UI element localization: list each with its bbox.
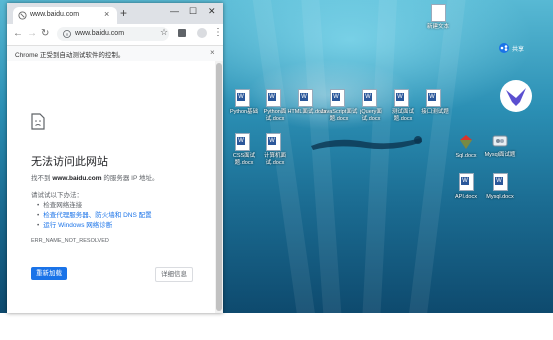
word-doc-icon: W (266, 133, 281, 151)
minimize-icon[interactable]: — (170, 6, 179, 16)
automation-infobar: Chrome 正受到自动测试软件的控制。 × (7, 45, 223, 62)
share-icon (499, 43, 509, 53)
desktop-icon-label: 接口测试题 (421, 109, 449, 115)
suggestion-check-proxy-link[interactable]: 检查代理服务器、防火墙和 DNS 配置 (37, 209, 151, 219)
scrollbar[interactable] (215, 61, 223, 313)
address-bar[interactable]: www.baidu.com (57, 27, 169, 41)
scrollbar-thumb[interactable] (216, 63, 222, 311)
word-doc-icon: W (298, 89, 313, 107)
error-code: ERR_NAME_NOT_RESOLVED (31, 238, 109, 244)
suggestion-check-network: 检查网络连接 (37, 199, 82, 209)
chrome-window: www.baidu.com × + — ☐ ✕ ← → ↻ www.baidu.… (7, 3, 223, 313)
network-app-icon (492, 135, 508, 147)
toolbar: ← → ↻ www.baidu.com (7, 24, 223, 45)
extension-icon[interactable] (178, 29, 186, 37)
error-title: 无法访问此网站 (31, 156, 108, 168)
gem-app-icon (460, 135, 472, 149)
info-icon (63, 30, 71, 38)
share-button[interactable]: 共享 (499, 41, 529, 55)
tab-close-icon[interactable]: × (104, 9, 109, 19)
page-content: 无法访问此网站 找不到 www.baidu.com 的服务器 IP 地址。 请试… (7, 61, 223, 313)
word-doc-icon: W (235, 133, 250, 151)
word-doc-icon: W (362, 89, 377, 107)
forward-icon[interactable]: → (27, 28, 37, 39)
tab-baidu[interactable]: www.baidu.com × (13, 7, 117, 24)
light-ray (361, 0, 398, 340)
desktop-icon-label: Mysql.docx (486, 194, 514, 200)
sad-page-icon (31, 113, 45, 130)
light-ray (406, 0, 468, 339)
details-button[interactable]: 详细信息 (155, 267, 193, 282)
reload-button[interactable]: 重新加载 (31, 267, 67, 280)
desktop-icon-label: 计算机面试.docx (263, 153, 286, 166)
globe-icon (18, 11, 27, 20)
url-text: www.baidu.com (75, 30, 125, 37)
desktop-icon-label: Mysql面试题 (484, 152, 516, 158)
bookmark-star-icon[interactable]: ☆ (160, 27, 168, 38)
new-tab-button[interactable]: + (120, 6, 127, 20)
word-doc-icon: W (235, 89, 250, 107)
word-doc-icon: W (330, 89, 345, 107)
bird-app-icon[interactable] (500, 80, 532, 112)
bird-icon (506, 88, 526, 106)
text-file-icon (431, 4, 446, 22)
menu-icon[interactable]: ⋮ (213, 27, 223, 38)
error-description: 找不到 www.baidu.com 的服务器 IP 地址。 (31, 172, 159, 182)
infobar-close-icon[interactable]: × (210, 48, 215, 57)
try-label: 请试试以下办法： (31, 192, 83, 199)
close-window-icon[interactable]: ✕ (208, 6, 216, 17)
word-doc-icon: W (426, 89, 441, 107)
word-doc-icon: W (459, 173, 474, 191)
reload-icon[interactable]: ↻ (41, 28, 49, 39)
diver-silhouette (311, 136, 422, 150)
error-desc-prefix: 找不到 (31, 175, 53, 182)
infobar-text: Chrome 正受到自动测试软件的控制。 (15, 52, 125, 59)
tab-bar: www.baidu.com × + — ☐ ✕ (7, 3, 223, 24)
back-icon[interactable]: ← (13, 28, 23, 39)
tab-title: www.baidu.com (30, 11, 80, 18)
maximize-icon[interactable]: ☐ (189, 6, 197, 17)
error-desc-suffix: 的服务器 IP 地址。 (101, 175, 159, 182)
word-doc-icon: W (493, 173, 508, 191)
word-doc-icon: W (394, 89, 409, 107)
desktop-icon-label: 新建文本 (426, 24, 449, 30)
error-host: www.baidu.com (52, 175, 102, 182)
share-label: 共享 (512, 47, 525, 53)
word-doc-icon: W (266, 89, 281, 107)
profile-avatar[interactable] (197, 28, 207, 38)
suggestion-network-diagnostics-link[interactable]: 运行 Windows 网络诊断 (37, 219, 112, 229)
